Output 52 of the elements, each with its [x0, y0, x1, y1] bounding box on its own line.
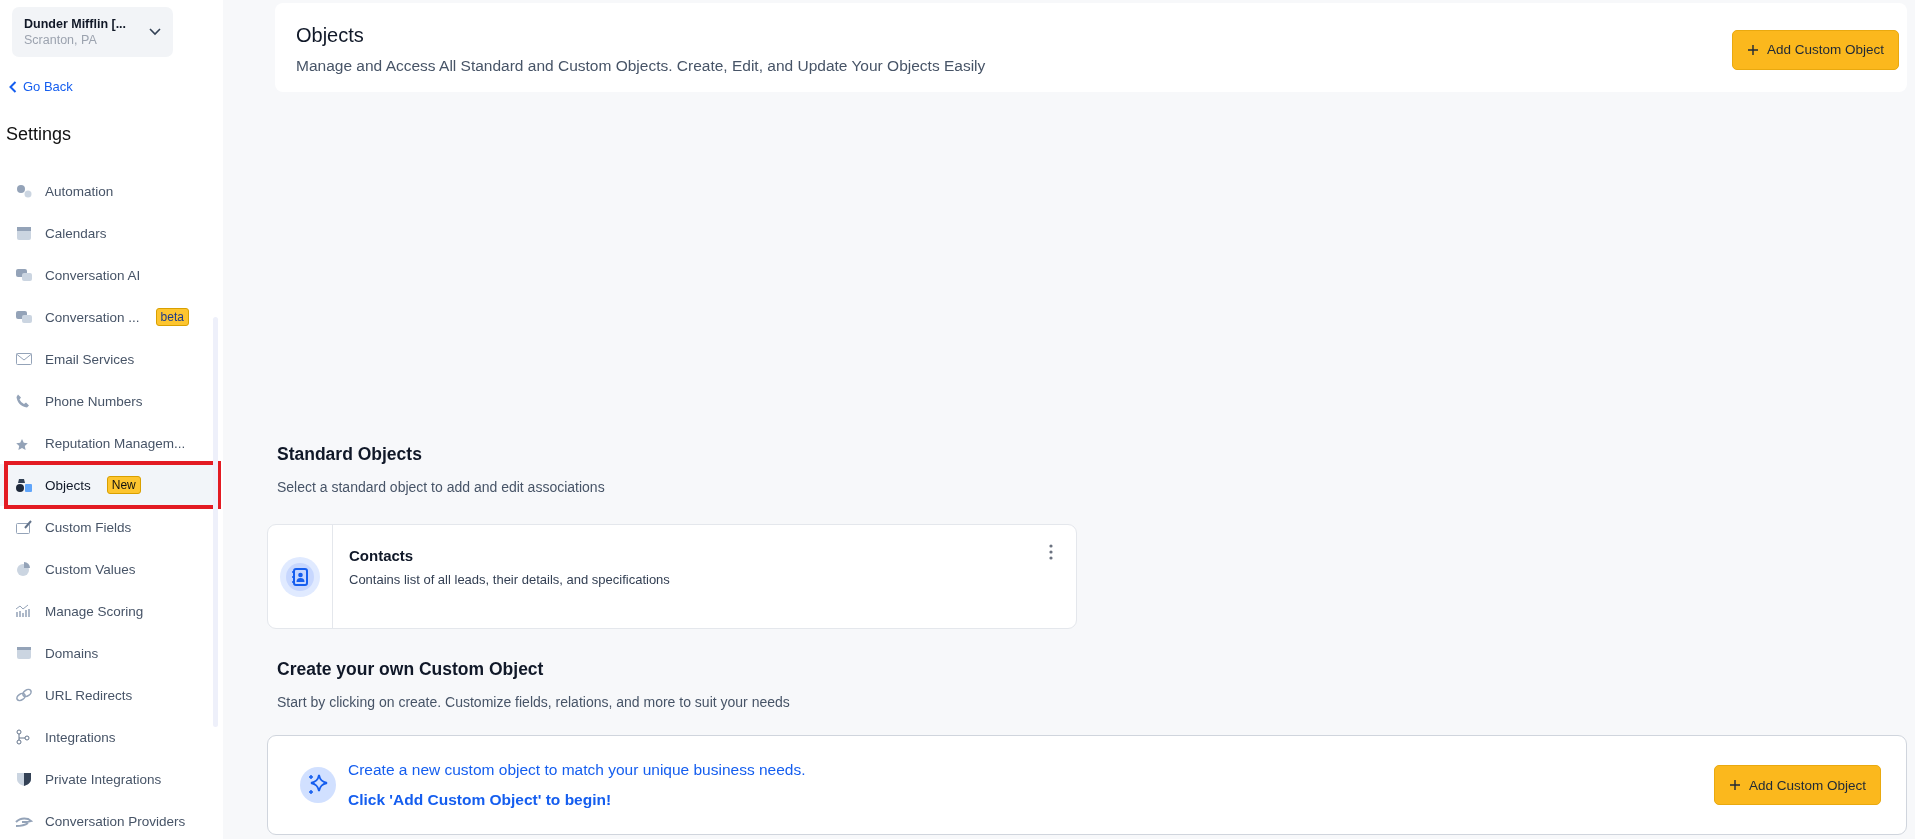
sidebar-item[interactable]: Calendars [0, 212, 217, 254]
browser-window-icon [15, 645, 33, 661]
chevron-left-icon [9, 80, 17, 93]
card-title: Contacts [349, 547, 415, 564]
sidebar-item[interactable]: Custom Values [0, 548, 217, 590]
account-switcher[interactable]: Dunder Mifflin [... Scranton, PA [12, 7, 173, 57]
sidebar-item[interactable]: URL Redirects [0, 674, 217, 716]
add-custom-object-button[interactable]: Add Custom Object [1731, 29, 1899, 70]
add-custom-object-button[interactable]: Add Custom Object [1713, 765, 1881, 805]
section-subtitle: Select a standard object to add and edit associations [277, 479, 606, 495]
sidebar-item[interactable]: Integrations [0, 716, 217, 758]
sidebar-item[interactable]: Private Integrations [0, 758, 217, 800]
section-title: Create your own Custom Object [277, 659, 545, 680]
shield-icon [15, 771, 33, 787]
section-title: Standard Objects [277, 444, 423, 465]
scrollbar[interactable] [213, 317, 218, 727]
banner-message: Create a new custom object to match your unique business needs. Click 'Add Custom Object' to begin! [348, 760, 807, 810]
sparkle-icon [300, 767, 336, 803]
page-subtitle: Manage and Access All Standard and Custom Objects. Create, Edit, and Update Your Objects Easily [296, 57, 986, 75]
sidebar-item[interactable]: Conversation AI [0, 254, 217, 296]
page-title: Objects [296, 24, 365, 47]
envelope-icon [15, 351, 33, 367]
badge: beta [155, 308, 189, 326]
badge: New [106, 476, 141, 494]
sidebar-item[interactable]: Manage Scoring [0, 590, 217, 632]
nodes-icon [15, 729, 33, 745]
plus-icon [1728, 779, 1741, 791]
chat-bubbles-icon [15, 309, 33, 325]
plus-icon [1746, 43, 1759, 56]
calendar-icon [15, 225, 33, 241]
sidebar-item[interactable]: Email Services [0, 338, 217, 380]
link-icon [15, 687, 33, 703]
chevron-down-icon [149, 28, 161, 36]
sidebar-item[interactable]: Conversation Providers [0, 800, 217, 839]
sidebar-item[interactable]: Custom Fields [0, 506, 217, 548]
sidebar-item[interactable]: Domains [0, 632, 217, 674]
section-subtitle: Start by clicking on create. Customize fields, relations, and more to suit your needs [277, 694, 791, 710]
form-edit-icon [15, 519, 33, 535]
contact-book-icon [280, 556, 320, 597]
sidebar-item[interactable]: Conversation ... beta [0, 296, 217, 338]
go-back-link[interactable]: Go Back [9, 79, 73, 94]
card-description: Contains list of all leads, their details, and specifications [349, 572, 670, 587]
more-options-icon[interactable] [1048, 544, 1054, 560]
sidebar-item[interactable]: Automation [0, 170, 217, 212]
chart-icon [15, 603, 33, 619]
sidebar-item[interactable]: Phone Numbers [0, 380, 217, 422]
pie-chart-icon [15, 561, 33, 577]
shapes-icon [15, 477, 33, 493]
sidebar-item[interactable]: Reputation Managem... [0, 422, 217, 464]
settings-title: Settings [6, 124, 73, 145]
object-card[interactable]: Contacts Contains list of all leads, their details, and specifications [267, 524, 1077, 629]
chat-bubbles-icon [15, 267, 33, 283]
